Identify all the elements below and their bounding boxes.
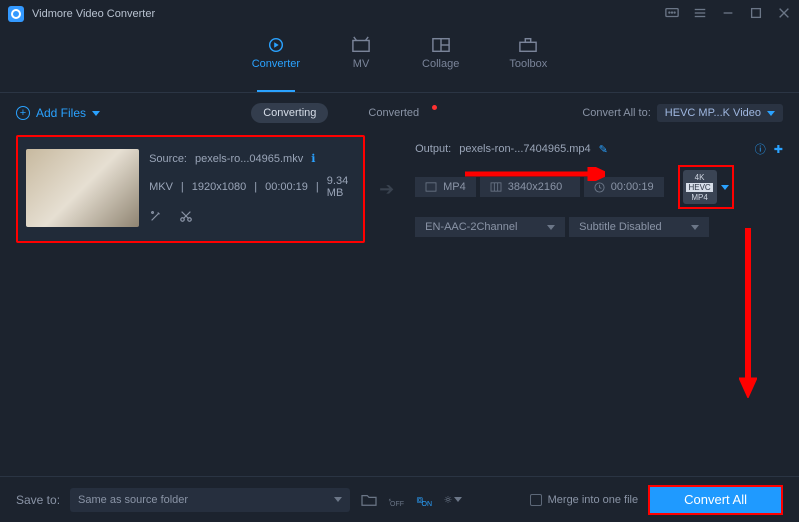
- app-title: Vidmore Video Converter: [32, 8, 665, 20]
- gpu-accel-icon[interactable]: ON: [416, 491, 434, 509]
- subtab-converting[interactable]: Converting: [251, 103, 328, 123]
- tab-label: Converter: [252, 58, 300, 70]
- tab-collage[interactable]: Collage: [422, 36, 459, 86]
- tab-label: Toolbox: [509, 58, 547, 70]
- footer: Save to: Same as source folder OFF ON Me…: [0, 476, 799, 522]
- merge-checkbox[interactable]: Merge into one file: [530, 494, 639, 506]
- maximize-icon[interactable]: [749, 6, 763, 23]
- enhance-icon[interactable]: [149, 209, 163, 226]
- convert-all-to: Convert All to: HEVC MP...K Video: [582, 104, 783, 122]
- info-icon[interactable]: ℹ: [311, 152, 315, 165]
- chevron-down-icon: [547, 225, 555, 230]
- tab-converter[interactable]: Converter: [252, 36, 300, 86]
- save-to-select[interactable]: Same as source folder: [70, 488, 350, 512]
- source-container: MKV: [149, 181, 173, 193]
- chevron-down-icon: [767, 111, 775, 116]
- source-size: 9.34 MB: [327, 175, 355, 199]
- lightspeed-icon[interactable]: OFF: [388, 491, 406, 509]
- out-resolution: 3840x2160: [480, 177, 580, 197]
- close-icon[interactable]: [777, 6, 791, 23]
- plus-icon: +: [16, 106, 30, 120]
- convert-all-button[interactable]: Convert All: [648, 485, 783, 515]
- cut-icon[interactable]: [179, 209, 193, 226]
- source-filename: pexels-ro...04965.mkv: [195, 153, 303, 165]
- convert-all-to-value: HEVC MP...K Video: [665, 107, 761, 119]
- add-files-button[interactable]: + Add Files: [16, 106, 100, 120]
- chevron-down-icon: [721, 185, 729, 190]
- format-badge: 4K HEVC MP4: [683, 170, 717, 204]
- feedback-icon[interactable]: [665, 6, 679, 23]
- chevron-down-icon: [334, 497, 342, 502]
- save-to-value: Same as source folder: [78, 494, 188, 506]
- tab-label: Collage: [422, 58, 459, 70]
- out-container: MP4: [415, 177, 476, 197]
- main-tabs: Converter MV Collage Toolbox: [0, 28, 799, 86]
- chevron-down-icon: [691, 225, 699, 230]
- arrow-icon: ➔: [379, 179, 401, 200]
- menu-icon[interactable]: [693, 6, 707, 23]
- chevron-down-icon: [92, 111, 100, 116]
- output-format-selector[interactable]: 4K HEVC MP4: [678, 165, 734, 209]
- audio-select[interactable]: EN-AAC-2Channel: [415, 217, 565, 237]
- add-output-icon[interactable]: ✚: [774, 143, 783, 156]
- output-card: Output: pexels-ron-...7404965.mp4 ✎ ⓘ ✚ …: [415, 135, 783, 243]
- annotation-arrow: [739, 228, 757, 398]
- settings-icon[interactable]: [444, 491, 462, 509]
- toolbar: + Add Files Converting Converted Convert…: [0, 93, 799, 131]
- out-duration: 00:00:19: [584, 177, 664, 197]
- chevron-down-icon: [454, 497, 462, 502]
- convert-all-to-select[interactable]: HEVC MP...K Video: [657, 104, 783, 122]
- checkbox-icon: [530, 494, 542, 506]
- source-card[interactable]: Source: pexels-ro...04965.mkv ℹ MKV | 19…: [16, 135, 365, 243]
- app-logo: [8, 6, 24, 22]
- convert-all-to-label: Convert All to:: [582, 107, 650, 119]
- source-resolution: 1920x1080: [192, 181, 246, 193]
- info-icon[interactable]: ⓘ: [755, 141, 766, 157]
- open-folder-icon[interactable]: [360, 491, 378, 509]
- tab-toolbox[interactable]: Toolbox: [509, 36, 547, 86]
- merge-label: Merge into one file: [548, 494, 639, 506]
- output-filename: pexels-ron-...7404965.mp4: [459, 143, 590, 155]
- tab-mv[interactable]: MV: [350, 36, 372, 86]
- tab-label: MV: [353, 58, 370, 70]
- edit-name-icon[interactable]: ✎: [599, 143, 608, 156]
- video-thumbnail: [26, 149, 139, 227]
- subtitle-select[interactable]: Subtitle Disabled: [569, 217, 709, 237]
- conversion-item: Source: pexels-ro...04965.mkv ℹ MKV | 19…: [16, 135, 783, 243]
- minimize-icon[interactable]: [721, 6, 735, 23]
- source-label: Source:: [149, 153, 187, 165]
- output-label: Output:: [415, 143, 451, 155]
- subtab-converted[interactable]: Converted: [356, 103, 431, 123]
- titlebar: Vidmore Video Converter: [0, 0, 799, 28]
- add-files-label: Add Files: [36, 106, 86, 120]
- source-duration: 00:00:19: [265, 181, 308, 193]
- save-to-label: Save to:: [16, 493, 60, 507]
